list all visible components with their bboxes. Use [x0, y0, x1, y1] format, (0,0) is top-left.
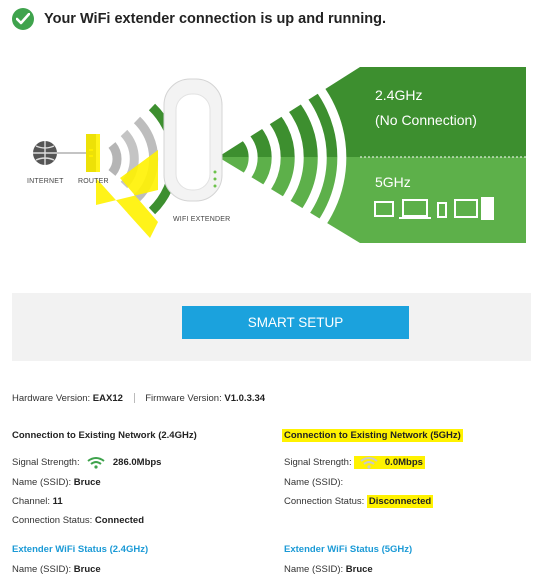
extender-label: WIFI EXTENDER: [173, 216, 231, 223]
band-5-label: 5GHz: [375, 174, 411, 190]
extender-5-name: Name (SSID): Bruce: [284, 564, 373, 575]
existing-5-signal-highlight: 0.0Mbps: [354, 456, 425, 470]
extender-24-title: Extender WiFi Status (2.4GHz): [12, 544, 149, 555]
extender-24-name: Name (SSID): Bruce: [12, 564, 101, 575]
existing-5-title: Connection to Existing Network (5GHz): [282, 429, 463, 442]
existing-24-title: Connection to Existing Network (2.4GHz): [12, 430, 197, 441]
extender-5-title: Extender WiFi Status (5GHz): [284, 544, 413, 555]
hardware-value: EAX12: [92, 393, 123, 404]
version-separator: [133, 393, 135, 404]
band-5-panel: [218, 157, 526, 243]
status-header: Your WiFi extender connection is up and …: [12, 8, 386, 30]
network-diagram: INTERNET ROUTER WIFI EXTENDER 2.4GHz (No…: [0, 40, 538, 280]
existing-24-status: Connection Status: Connected: [12, 515, 145, 526]
hardware-label: Hardware Version:: [12, 393, 91, 404]
internet-label: INTERNET: [27, 178, 64, 185]
firmware-value: V1.0.3.34: [224, 393, 266, 404]
wifi-signal-icon: [87, 457, 105, 469]
existing-5-name: Name (SSID):: [284, 477, 344, 488]
existing-24-name: Name (SSID): Bruce: [12, 477, 101, 488]
existing-5-signal: Signal Strength: 0.0Mbps: [284, 456, 425, 470]
page-title: Your WiFi extender connection is up and …: [44, 11, 386, 27]
highlight-mark: [86, 134, 158, 238]
firmware-label: Firmware Version:: [145, 393, 222, 404]
extender-device-icon: [163, 78, 223, 202]
smart-setup-button[interactable]: SMART SETUP: [182, 306, 409, 339]
band-24-panel: [218, 67, 526, 157]
band-24-label: 2.4GHz: [375, 87, 423, 103]
diagram-graphic: [33, 66, 526, 249]
router-label: ROUTER: [78, 178, 109, 185]
versions-row: Hardware Version: EAX12 Firmware Version…: [12, 393, 265, 404]
existing-24-signal: Signal Strength: 286.0Mbps: [12, 457, 162, 469]
globe-icon: [33, 141, 57, 165]
wifi-signal-icon: [360, 457, 378, 469]
existing-5-status: Connection Status: Disconnected: [284, 495, 434, 508]
checkmark-icon: [12, 8, 34, 30]
existing-24-channel: Channel: 11: [12, 496, 63, 507]
band-24-status: (No Connection): [375, 112, 477, 128]
